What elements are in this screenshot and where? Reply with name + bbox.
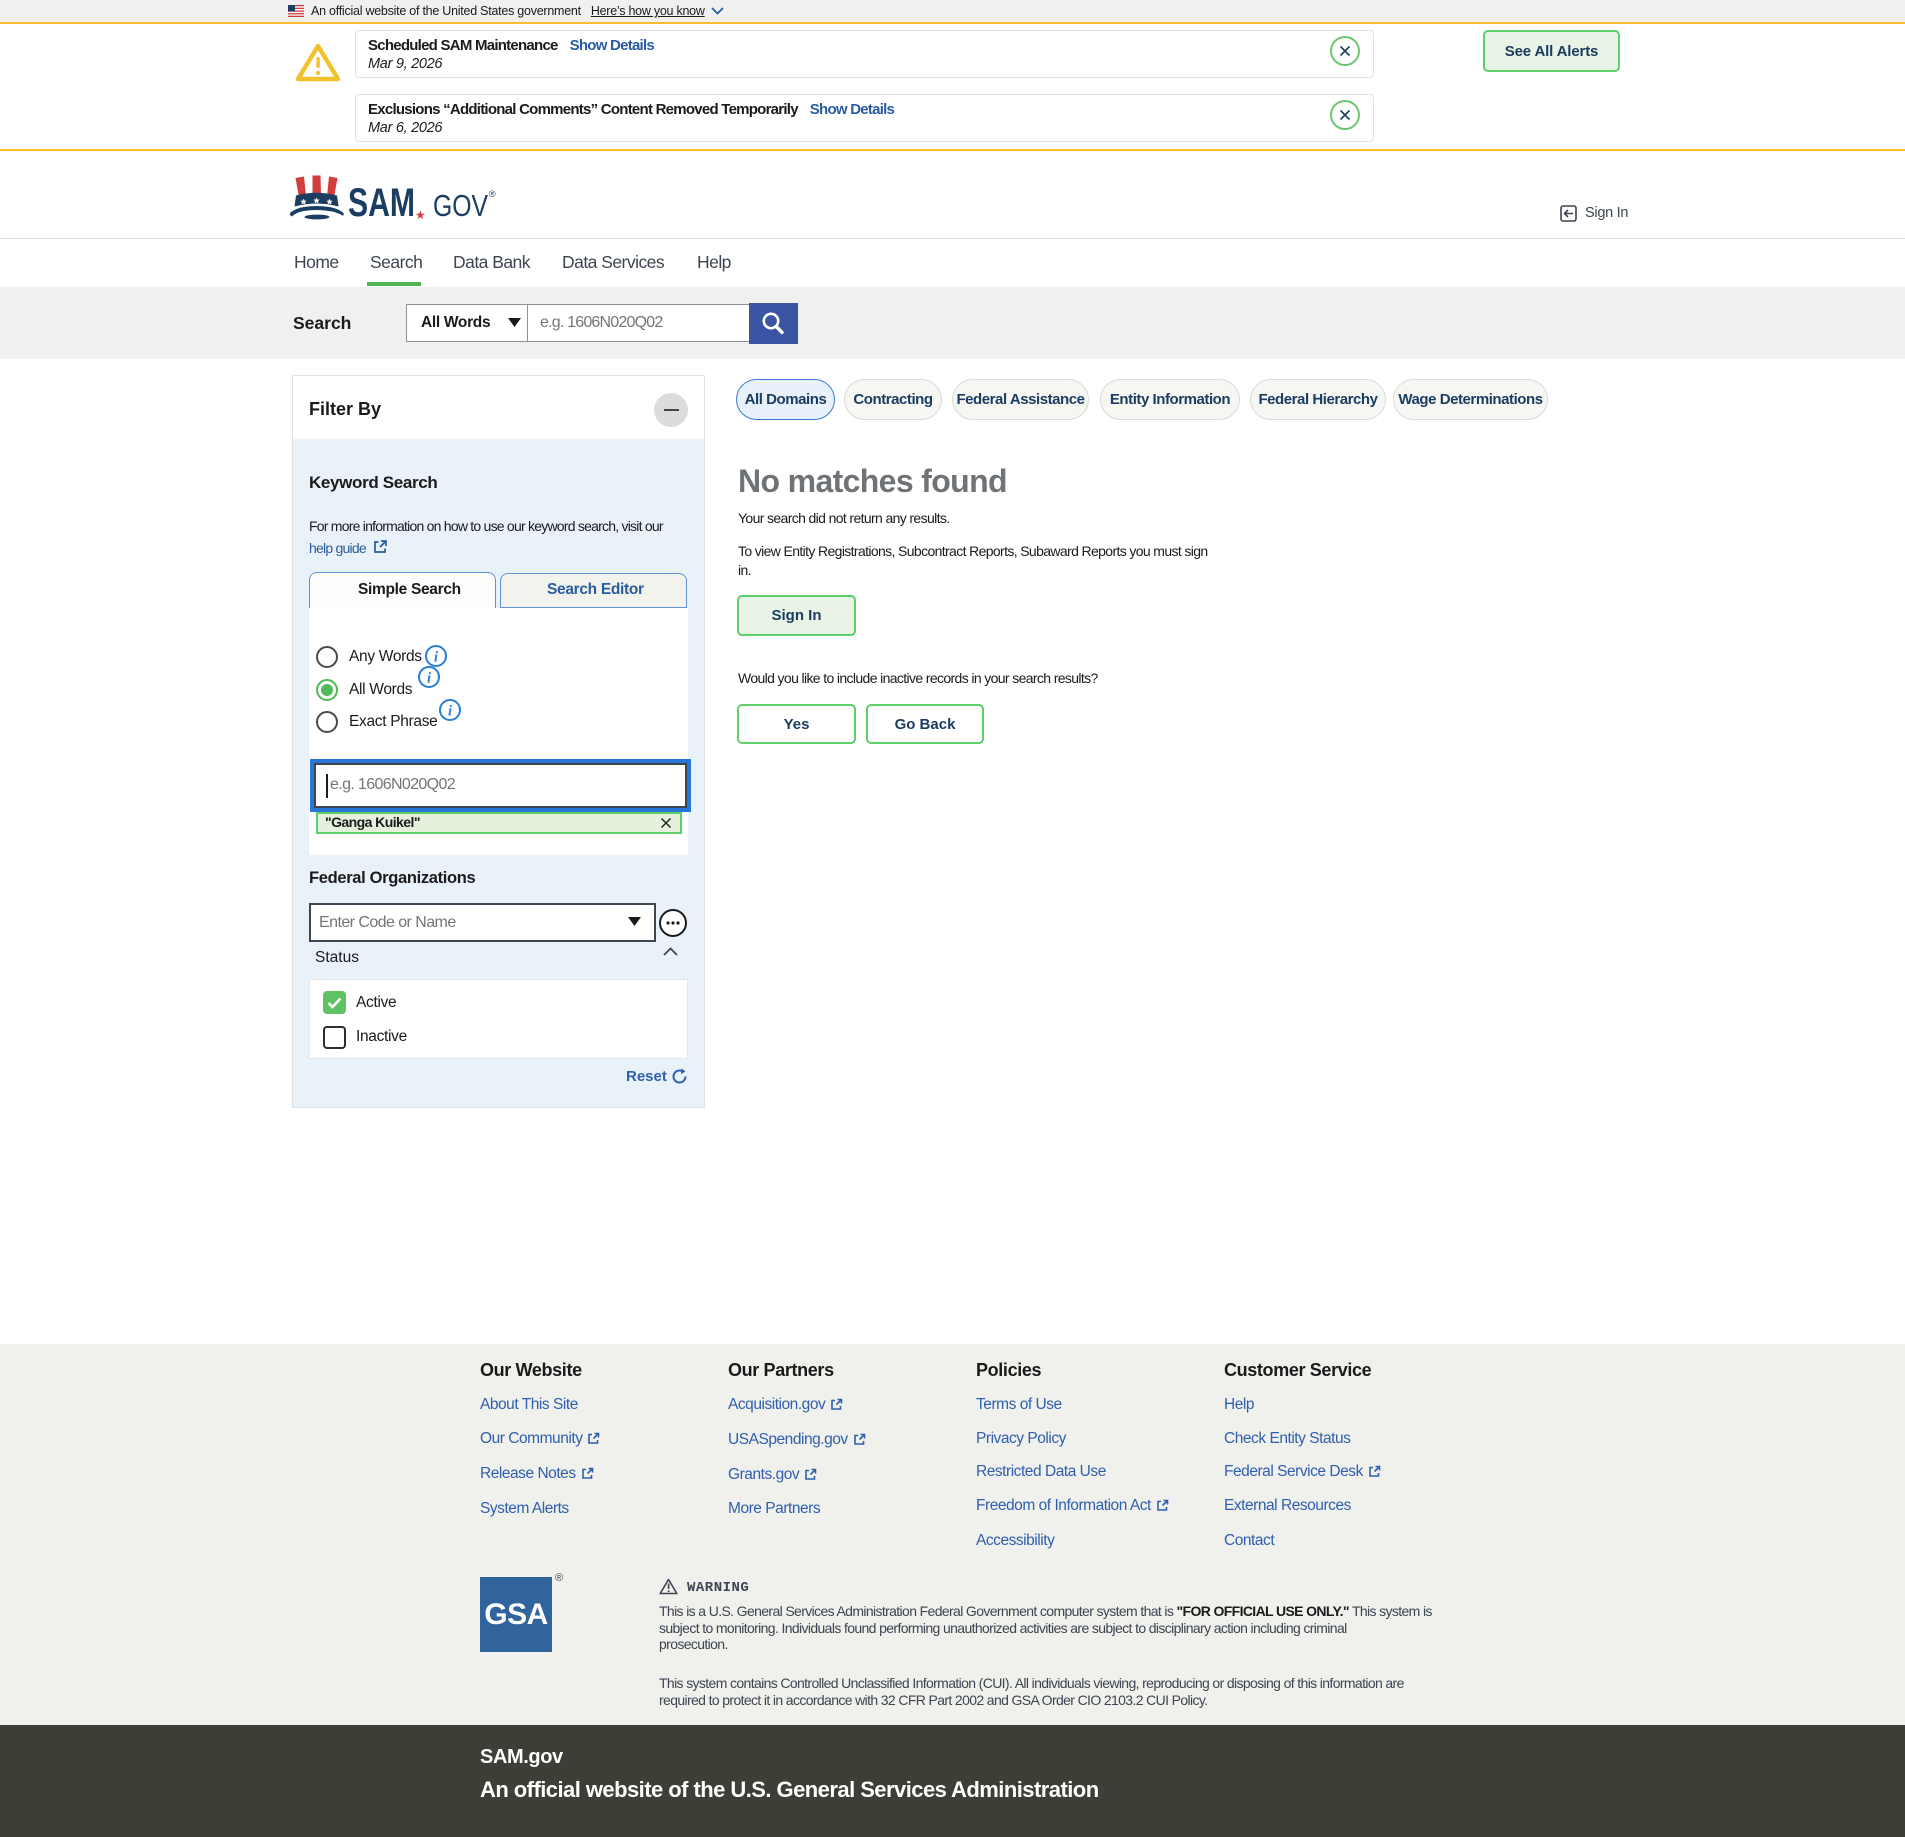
svg-text:SAM: SAM xyxy=(348,181,415,220)
svg-text:®: ® xyxy=(489,189,496,199)
svg-text:i: i xyxy=(427,671,431,687)
svg-text:i: i xyxy=(434,650,438,666)
svg-text:i: i xyxy=(448,704,452,720)
svg-text:GOV: GOV xyxy=(433,188,488,220)
